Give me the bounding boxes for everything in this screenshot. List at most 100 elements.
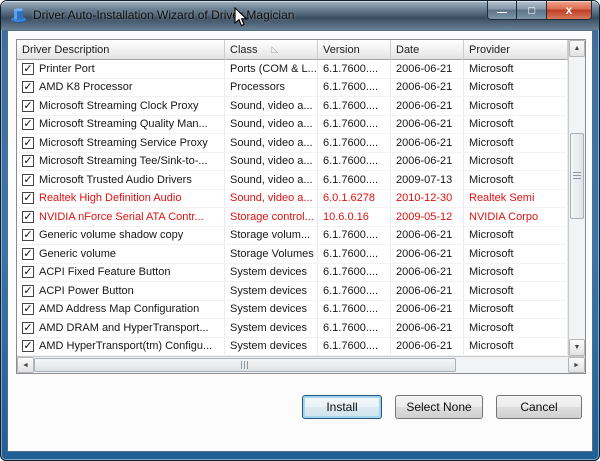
driver-description-text: AMD HyperTransport(tm) Configu...: [39, 340, 212, 352]
row-checkbox-checked-icon[interactable]: ✓: [22, 248, 34, 260]
table-row[interactable]: ✓ AMD HyperTransport(tm) Configu... Syst…: [17, 338, 568, 357]
select-none-button[interactable]: Select None: [395, 395, 483, 419]
cell-driver-description: ✓ Microsoft Streaming Clock Proxy: [17, 97, 225, 115]
vertical-scroll-track[interactable]: [569, 57, 585, 339]
horizontal-scrollbar[interactable]: ◄ ►: [17, 356, 585, 373]
row-checkbox-checked-icon[interactable]: ✓: [22, 192, 34, 204]
row-checkbox-checked-icon[interactable]: ✓: [22, 322, 34, 334]
minimize-icon: —: [497, 8, 507, 18]
row-checkbox-checked-icon[interactable]: ✓: [22, 229, 34, 241]
date-text: 2006-06-21: [396, 118, 452, 130]
version-text: 6.0.1.6278: [323, 192, 375, 204]
table-row[interactable]: ✓ Generic volume Storage Volumes 6.1.760…: [17, 245, 568, 264]
table-row[interactable]: ✓ Microsoft Streaming Quality Man... Sou…: [17, 116, 568, 135]
minimize-button[interactable]: —: [487, 1, 517, 20]
cell-class: Storage control...: [225, 208, 318, 226]
horizontal-scroll-thumb[interactable]: [34, 358, 456, 372]
row-checkbox-checked-icon[interactable]: ✓: [22, 266, 34, 278]
cell-date: 2006-06-21: [391, 153, 464, 171]
row-checkbox-checked-icon[interactable]: ✓: [22, 137, 34, 149]
cell-date: 2006-06-21: [391, 282, 464, 300]
version-text: 6.1.7600....: [323, 229, 378, 241]
row-checkbox-checked-icon[interactable]: ✓: [22, 100, 34, 112]
table-row[interactable]: ✓ Printer Port Ports (COM & L... 6.1.760…: [17, 60, 568, 79]
table-row[interactable]: ✓ Microsoft Streaming Service Proxy Soun…: [17, 134, 568, 153]
row-checkbox-checked-icon[interactable]: ✓: [22, 285, 34, 297]
cancel-button[interactable]: Cancel: [496, 395, 582, 419]
date-text: 2009-07-13: [396, 174, 452, 186]
provider-text: Microsoft: [469, 155, 514, 167]
horizontal-scroll-track[interactable]: [34, 357, 568, 373]
vertical-scroll-thumb[interactable]: [570, 133, 584, 219]
install-button[interactable]: Install: [302, 395, 382, 419]
provider-text: Microsoft: [469, 118, 514, 130]
date-text: 2006-06-21: [396, 100, 452, 112]
provider-text: Microsoft: [469, 322, 514, 334]
table-row[interactable]: ✓ AMD K8 Processor Processors 6.1.7600..…: [17, 79, 568, 98]
cell-provider: Microsoft: [464, 301, 568, 319]
cell-version: 6.1.7600....: [318, 227, 391, 245]
cell-date: 2006-06-21: [391, 116, 464, 134]
row-checkbox-checked-icon[interactable]: ✓: [22, 174, 34, 186]
scroll-right-button[interactable]: ►: [568, 357, 585, 373]
provider-text: Microsoft: [469, 81, 514, 93]
table-row[interactable]: ✓ NVIDIA nForce Serial ATA Contr... Stor…: [17, 208, 568, 227]
provider-text: Microsoft: [469, 229, 514, 241]
provider-text: Microsoft: [469, 285, 514, 297]
table-row[interactable]: ✓ Microsoft Streaming Tee/Sink-to-... So…: [17, 153, 568, 172]
date-text: 2010-12-30: [396, 192, 452, 204]
provider-text: Microsoft: [469, 340, 514, 352]
cell-version: 6.1.7600....: [318, 60, 391, 78]
date-text: 2006-06-21: [396, 63, 452, 75]
column-header[interactable]: Provider: [464, 40, 568, 60]
cell-driver-description: ✓ AMD Address Map Configuration: [17, 301, 225, 319]
table-row[interactable]: ✓ ACPI Fixed Feature Button System devic…: [17, 264, 568, 283]
provider-text: Realtek Semi: [469, 192, 534, 204]
maximize-button[interactable]: ▢: [517, 1, 546, 20]
table-row[interactable]: ✓ Generic volume shadow copy Storage vol…: [17, 227, 568, 246]
column-header-label: Provider: [469, 44, 510, 56]
column-header[interactable]: Date: [391, 40, 464, 60]
row-checkbox-checked-icon[interactable]: ✓: [22, 155, 34, 167]
cell-class: System devices: [225, 319, 318, 337]
row-checkbox-checked-icon[interactable]: ✓: [22, 340, 34, 352]
cell-version: 6.1.7600....: [318, 134, 391, 152]
class-text: System devices: [230, 322, 307, 334]
table-row[interactable]: ✓ Microsoft Trusted Audio Drivers Sound,…: [17, 171, 568, 190]
cell-driver-description: ✓ AMD HyperTransport(tm) Configu...: [17, 338, 225, 356]
provider-text: Microsoft: [469, 137, 514, 149]
column-header[interactable]: Version: [318, 40, 391, 60]
table-row[interactable]: ✓ Realtek High Definition Audio Sound, v…: [17, 190, 568, 209]
scroll-left-button[interactable]: ◄: [17, 357, 34, 373]
date-text: 2006-06-21: [396, 340, 452, 352]
row-checkbox-checked-icon[interactable]: ✓: [22, 211, 34, 223]
driver-description-text: Microsoft Trusted Audio Drivers: [39, 174, 192, 186]
row-checkbox-checked-icon[interactable]: ✓: [22, 303, 34, 315]
vertical-scrollbar[interactable]: ▲ ▼: [568, 40, 585, 356]
table-row[interactable]: ✓ AMD Address Map Configuration System d…: [17, 301, 568, 320]
cell-provider: Realtek Semi: [464, 190, 568, 208]
driver-description-text: AMD Address Map Configuration: [39, 303, 199, 315]
row-checkbox-checked-icon[interactable]: ✓: [22, 63, 34, 75]
class-text: Sound, video a...: [230, 192, 313, 204]
scroll-up-icon: ▲: [574, 45, 581, 52]
class-text: Sound, video a...: [230, 174, 313, 186]
close-button[interactable]: x: [546, 1, 592, 20]
driver-description-text: Microsoft Streaming Tee/Sink-to-...: [39, 155, 208, 167]
cell-version: 6.1.7600....: [318, 338, 391, 356]
cell-version: 6.0.1.6278: [318, 190, 391, 208]
titlebar[interactable]: Driver Auto-Installation Wizard of Drive…: [1, 1, 599, 30]
row-checkbox-checked-icon[interactable]: ✓: [22, 81, 34, 93]
column-header[interactable]: Class ◺: [225, 40, 318, 60]
class-text: System devices: [230, 303, 307, 315]
table-row[interactable]: ✓ AMD DRAM and HyperTransport... System …: [17, 319, 568, 338]
scroll-down-button[interactable]: ▼: [569, 339, 585, 356]
driver-list[interactable]: Driver Description Class ◺ Version Date …: [16, 39, 586, 374]
scroll-up-button[interactable]: ▲: [569, 40, 585, 57]
version-text: 6.1.7600....: [323, 303, 378, 315]
row-checkbox-checked-icon[interactable]: ✓: [22, 118, 34, 130]
column-header[interactable]: Driver Description: [17, 40, 225, 60]
version-text: 10.6.0.16: [323, 211, 369, 223]
table-row[interactable]: ✓ Microsoft Streaming Clock Proxy Sound,…: [17, 97, 568, 116]
table-row[interactable]: ✓ ACPI Power Button System devices 6.1.7…: [17, 282, 568, 301]
